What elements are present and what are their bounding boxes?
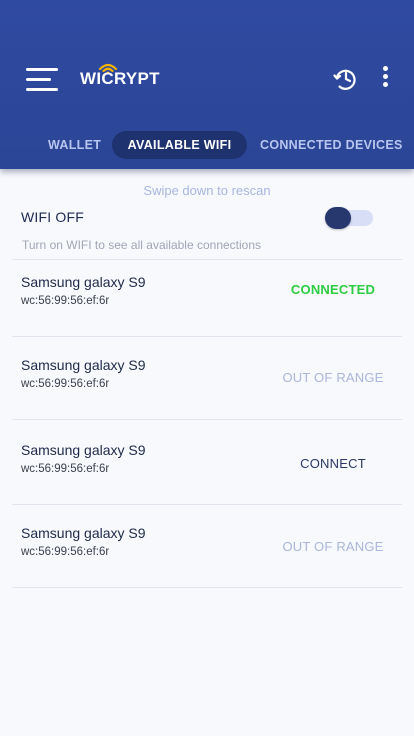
- network-status-out-of-range: OUT OF RANGE: [282, 539, 384, 554]
- menu-icon[interactable]: [26, 68, 60, 92]
- divider: [12, 419, 402, 420]
- tab-wallet[interactable]: WALLET: [48, 131, 101, 159]
- divider: [12, 587, 402, 588]
- divider: [12, 336, 402, 337]
- network-status-out-of-range: OUT OF RANGE: [282, 370, 384, 385]
- network-name: Samsung galaxy S9: [21, 357, 146, 373]
- network-list-item[interactable]: Samsung galaxy S9 wc:56:99:56:ef:6r OUT …: [0, 525, 414, 595]
- app-screen: WICRYPT WALLET AVAILABLE WIFI CONNECTED …: [0, 0, 414, 736]
- wifi-toggle[interactable]: [325, 207, 373, 229]
- network-list-item[interactable]: Samsung galaxy S9 wc:56:99:56:ef:6r CONN…: [0, 274, 414, 344]
- network-name: Samsung galaxy S9: [21, 274, 146, 290]
- network-mac: wc:56:99:56:ef:6r: [21, 463, 110, 475]
- network-status-connected[interactable]: CONNECTED: [263, 282, 403, 297]
- network-name: Samsung galaxy S9: [21, 525, 146, 541]
- network-name: Samsung galaxy S9: [21, 442, 146, 458]
- network-mac: wc:56:99:56:ef:6r: [21, 546, 110, 558]
- divider: [12, 259, 402, 260]
- connect-button[interactable]: CONNECT: [263, 456, 403, 471]
- app-header: WICRYPT WALLET AVAILABLE WIFI CONNECTED …: [0, 0, 414, 169]
- network-mac: wc:56:99:56:ef:6r: [21, 378, 110, 390]
- network-list-item[interactable]: Samsung galaxy S9 wc:56:99:56:ef:6r OUT …: [0, 357, 414, 427]
- more-vertical-icon[interactable]: [381, 64, 391, 90]
- history-clock-icon[interactable]: [333, 66, 357, 92]
- wifi-hint-text: Turn on WIFI to see all available connec…: [22, 238, 262, 252]
- swipe-to-rescan-hint: Swipe down to rescan: [143, 183, 271, 198]
- wifi-status-label: WIFI OFF: [21, 209, 85, 225]
- tab-bar: WALLET AVAILABLE WIFI CONNECTED DEVICES: [0, 131, 414, 159]
- network-mac: wc:56:99:56:ef:6r: [21, 295, 110, 307]
- logo-text: WICRYPT: [80, 69, 160, 88]
- network-list-item[interactable]: Samsung galaxy S9 wc:56:99:56:ef:6r CONN…: [0, 442, 414, 512]
- divider: [12, 504, 402, 505]
- tab-connected-devices[interactable]: CONNECTED DEVICES: [260, 131, 403, 159]
- tab-available-wifi[interactable]: AVAILABLE WIFI: [112, 131, 247, 159]
